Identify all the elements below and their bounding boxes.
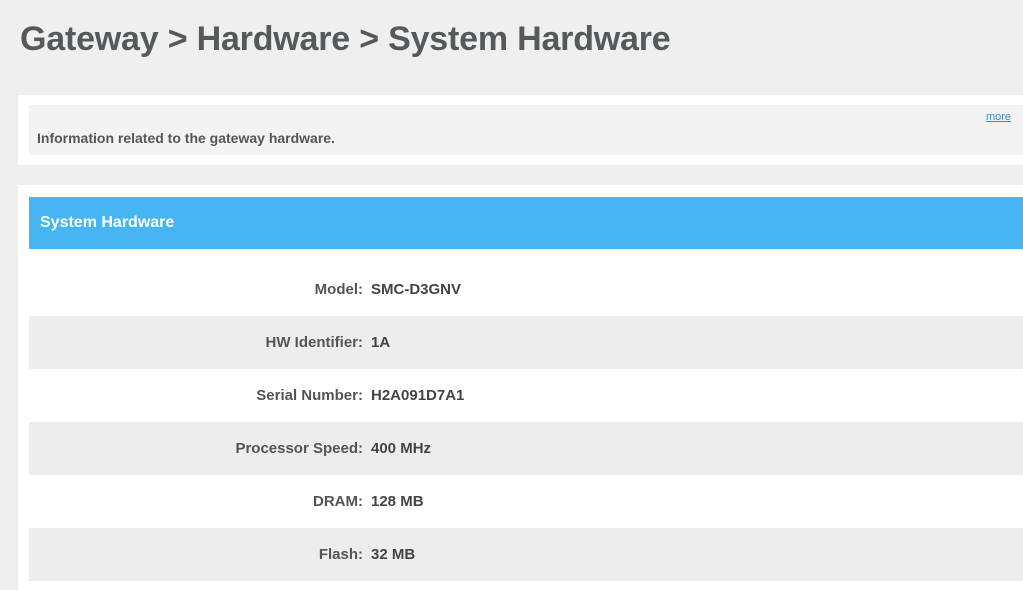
- row-label-hw-identifier: HW Identifier: [265, 334, 359, 351]
- page-header: Gateway > Hardware > System Hardware: [0, 0, 1023, 95]
- row-label-processor-speed: Processor Speed: [235, 440, 358, 457]
- row-label-flash: Flash: [318, 546, 358, 563]
- row-separator: :: [358, 281, 363, 298]
- more-link[interactable]: more: [986, 111, 1011, 123]
- row-separator: :: [358, 546, 363, 563]
- panel-header: System Hardware: [29, 197, 1023, 249]
- row-value-dram: 128 MB: [371, 493, 424, 510]
- left-margin: [0, 95, 18, 590]
- row-label-serial-number: Serial Number: [256, 387, 358, 404]
- table-row: DRAM : 128 MB: [29, 475, 1023, 528]
- system-hardware-panel: System Hardware Model : SMC-D3GNV HW Ide…: [18, 185, 1023, 590]
- section-divider: [18, 165, 1023, 185]
- table-row: HW Identifier : 1A: [29, 316, 1023, 369]
- info-card: Information related to the gateway hardw…: [18, 95, 1023, 165]
- table-row: Model : SMC-D3GNV: [29, 263, 1023, 316]
- table-row: Processor Speed : 400 MHz: [29, 422, 1023, 475]
- page-title: Gateway > Hardware > System Hardware: [20, 20, 671, 58]
- panel-title: System Hardware: [40, 214, 175, 231]
- table-row: Serial Number : H2A091D7A1: [29, 369, 1023, 422]
- row-separator: :: [358, 387, 363, 404]
- info-description: Information related to the gateway hardw…: [37, 130, 335, 146]
- row-separator: :: [358, 440, 363, 457]
- row-value-serial-number: H2A091D7A1: [371, 387, 465, 404]
- table-row: Flash : 32 MB: [29, 528, 1023, 581]
- page: Gateway > Hardware > System Hardware Inf…: [0, 0, 1023, 590]
- row-label-model: Model: [314, 281, 358, 298]
- row-label-dram: DRAM: [313, 493, 358, 510]
- info-box: Information related to the gateway hardw…: [29, 105, 1023, 155]
- row-value-flash: 32 MB: [371, 546, 416, 563]
- row-value-model: SMC-D3GNV: [371, 281, 462, 298]
- hardware-table: Model : SMC-D3GNV HW Identifier : 1A Ser…: [29, 263, 1023, 581]
- row-separator: :: [358, 334, 363, 351]
- row-value-hw-identifier: 1A: [371, 334, 391, 351]
- row-value-processor-speed: 400 MHz: [371, 440, 432, 457]
- row-separator: :: [358, 493, 363, 510]
